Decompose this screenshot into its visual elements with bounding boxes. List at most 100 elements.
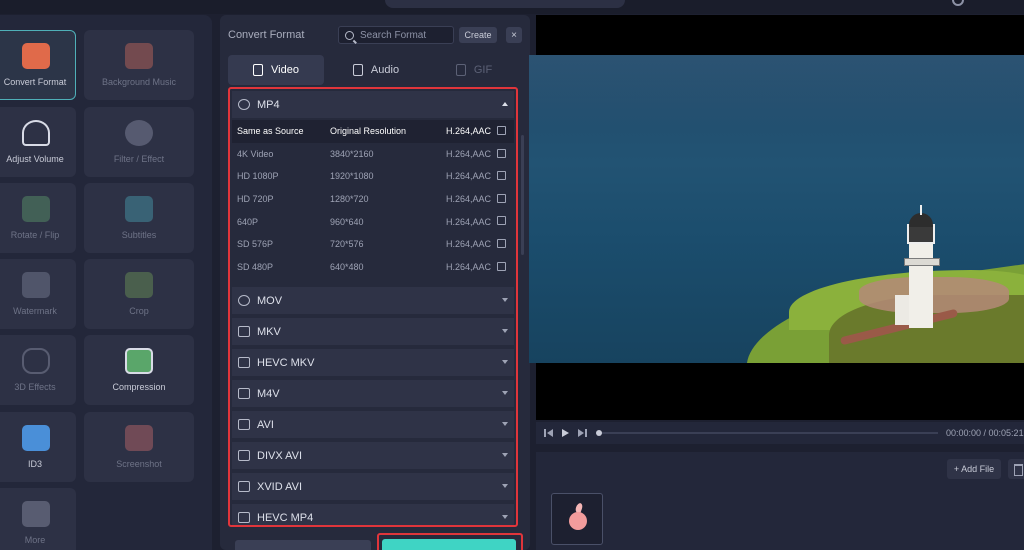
create-button[interactable]: Create: [459, 27, 497, 43]
mp4-format-icon: [238, 99, 250, 110]
format-group-label: XVID AVI: [257, 480, 303, 493]
hevc-mkv-format-icon: [238, 357, 250, 368]
format-group-label: AVI: [257, 418, 274, 431]
seek-bar[interactable]: [596, 430, 938, 436]
seek-knob[interactable]: [596, 430, 602, 436]
search-icon: [345, 30, 354, 40]
edit-icon[interactable]: [497, 216, 506, 226]
time-readout: 00:00:00 / 00:05:21: [946, 428, 1024, 438]
edit-icon[interactable]: [497, 261, 506, 271]
tool-label: Watermark: [13, 306, 57, 316]
mov-format-icon: [238, 295, 250, 306]
preset-codec: H.264,AAC: [446, 239, 492, 250]
tool-3d-effects[interactable]: 3D Effects: [0, 335, 76, 405]
previous-icon[interactable]: [544, 429, 553, 437]
tool-label: Crop: [129, 306, 149, 316]
play-icon[interactable]: [562, 429, 569, 437]
format-list: MP4 Same as Source Original Resolution H…: [228, 87, 518, 527]
tools-panel: Convert Format Background Music Adjust V…: [0, 15, 212, 550]
sea-haze: [529, 55, 1024, 125]
format-group-mov[interactable]: MOV: [232, 287, 514, 314]
format-group-xvid-avi[interactable]: XVID AVI: [232, 473, 514, 500]
trash-icon[interactable]: [1008, 459, 1024, 479]
format-group-hevc-mkv[interactable]: HEVC MKV: [232, 349, 514, 376]
preset-row[interactable]: HD 1080P 1920*1080 H.264,AAC: [232, 165, 514, 188]
preset-row[interactable]: Same as Source Original Resolution H.264…: [232, 120, 514, 143]
edit-icon[interactable]: [497, 171, 506, 181]
format-list-scrollbar[interactable]: [521, 135, 524, 255]
watermark-icon: [22, 272, 50, 298]
tool-label: Filter / Effect: [113, 154, 165, 164]
preset-resolution: 960*640: [330, 216, 364, 227]
search-format-input[interactable]: Search Format: [338, 26, 454, 44]
tool-convert-format[interactable]: Convert Format: [0, 30, 76, 100]
tool-screenshot[interactable]: Screenshot: [84, 412, 194, 482]
preset-row[interactable]: SD 480P 640*480 H.264,AAC: [232, 256, 514, 279]
primary-button[interactable]: [382, 539, 516, 550]
tab-video[interactable]: Video: [228, 55, 324, 85]
edit-icon[interactable]: [497, 193, 506, 203]
file-thumbnail[interactable]: [551, 493, 603, 545]
close-button[interactable]: ×: [506, 27, 522, 43]
preset-row[interactable]: SD 576P 720*576 H.264,AAC: [232, 233, 514, 256]
secondary-button[interactable]: [235, 540, 371, 550]
avi-format-icon: [238, 419, 250, 430]
id3-icon: [22, 425, 50, 451]
tool-label: ID3: [27, 459, 42, 469]
tool-filter-effect[interactable]: Filter / Effect: [84, 107, 194, 177]
next-icon[interactable]: [578, 429, 587, 437]
preset-codec: H.264,AAC: [446, 216, 492, 227]
settings-icon[interactable]: [952, 0, 964, 6]
tool-adjust-volume[interactable]: Adjust Volume: [0, 107, 76, 177]
tab-audio[interactable]: Audio: [328, 55, 424, 85]
format-group-hevc-mp4[interactable]: HEVC MP4: [232, 504, 514, 525]
preset-codec: H.264,AAC: [446, 148, 492, 159]
preset-resolution: Original Resolution: [330, 126, 407, 137]
preset-resolution: 1920*1080: [330, 171, 374, 182]
tool-label: 3D Effects: [14, 382, 56, 392]
preset-codec: H.264,AAC: [446, 261, 492, 272]
gif-file-icon: [455, 64, 466, 76]
add-file-button[interactable]: + Add File: [947, 459, 1001, 479]
format-group-mkv[interactable]: MKV: [232, 318, 514, 345]
m4v-format-icon: [238, 388, 250, 399]
tool-more[interactable]: More: [0, 488, 76, 550]
tool-compression[interactable]: Compression: [84, 335, 194, 405]
preset-name: Same as Source: [237, 126, 304, 137]
tool-label: Compression: [112, 382, 166, 392]
lighthouse-tower: [904, 240, 940, 328]
lighthouse-dome: [909, 213, 933, 227]
format-group-mp4[interactable]: MP4: [232, 91, 514, 118]
format-group-m4v[interactable]: M4V: [232, 380, 514, 407]
convert-format-icon: [22, 43, 50, 69]
tab-gif[interactable]: GIF: [426, 55, 522, 85]
rotate-icon: [22, 196, 50, 222]
preset-row[interactable]: 640P 960*640 H.264,AAC: [232, 210, 514, 233]
edit-icon[interactable]: [497, 126, 506, 135]
volume-icon: [22, 120, 50, 146]
format-group-label: MP4: [257, 98, 280, 111]
edit-icon[interactable]: [497, 239, 506, 248]
tool-crop[interactable]: Crop: [84, 259, 194, 329]
format-group-label: HEVC MP4: [257, 511, 314, 524]
subtitles-icon: [125, 196, 153, 222]
music-icon: [125, 43, 153, 69]
format-group-divx-avi[interactable]: DIVX AVI: [232, 442, 514, 469]
expand-arrow-icon: [502, 360, 508, 364]
expand-arrow-icon: [502, 515, 508, 519]
format-group-label: HEVC MKV: [257, 356, 315, 369]
edit-icon[interactable]: [497, 148, 506, 158]
expand-arrow-icon: [502, 391, 508, 395]
tool-watermark[interactable]: Watermark: [0, 259, 76, 329]
format-group-avi[interactable]: AVI: [232, 411, 514, 438]
tool-rotate-flip[interactable]: Rotate / Flip: [0, 183, 76, 253]
format-group-label: MKV: [257, 325, 281, 338]
top-tab-bar[interactable]: [385, 0, 625, 8]
tool-id3[interactable]: ID3: [0, 412, 76, 482]
tool-subtitles[interactable]: Subtitles: [84, 183, 194, 253]
preset-row[interactable]: HD 720P 1280*720 H.264,AAC: [232, 188, 514, 211]
tool-background-music[interactable]: Background Music: [84, 30, 194, 100]
xvid-avi-format-icon: [238, 481, 250, 492]
preset-row[interactable]: 4K Video 3840*2160 H.264,AAC: [232, 143, 514, 166]
preset-resolution: 1280*720: [330, 194, 369, 205]
